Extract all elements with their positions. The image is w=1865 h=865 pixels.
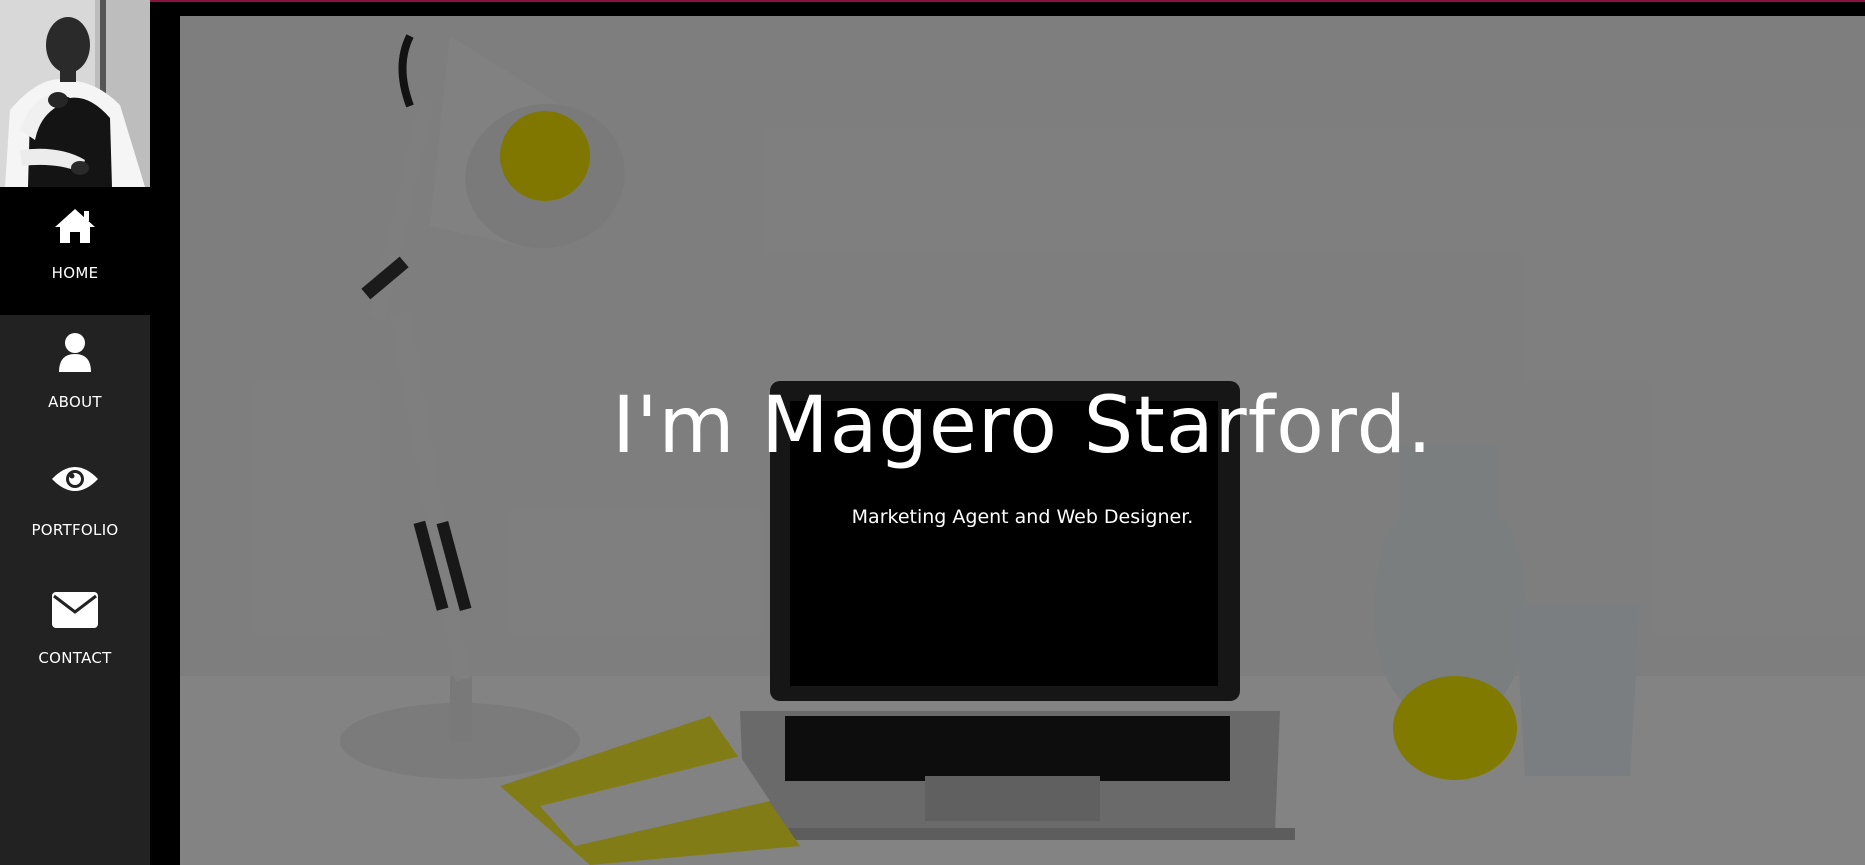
nav-item-home[interactable]: HOME	[0, 187, 150, 315]
nav-item-about[interactable]: ABOUT	[0, 315, 150, 443]
nav-label-portfolio: PORTFOLIO	[31, 521, 119, 539]
top-accent-stripe	[0, 0, 1865, 2]
home-icon	[54, 207, 96, 249]
sidebar-nav: HOME ABOUT PORTFOLIO CONTACT	[0, 0, 150, 865]
nav-item-contact[interactable]: CONTACT	[0, 571, 150, 699]
avatar	[0, 0, 150, 187]
nav-label-about: ABOUT	[48, 393, 102, 411]
nav-label-contact: CONTACT	[38, 649, 112, 667]
user-icon	[57, 332, 93, 378]
hero-title: I'm Magero Starford.	[612, 381, 1433, 471]
hero-subtitle: Marketing Agent and Web Designer.	[851, 506, 1194, 528]
nav-item-portfolio[interactable]: PORTFOLIO	[0, 443, 150, 571]
nav-label-home: HOME	[51, 264, 99, 282]
envelope-icon	[51, 591, 99, 633]
hero-section: I'm Magero Starford. Marketing Agent and…	[180, 16, 1865, 865]
eye-icon	[51, 463, 99, 499]
